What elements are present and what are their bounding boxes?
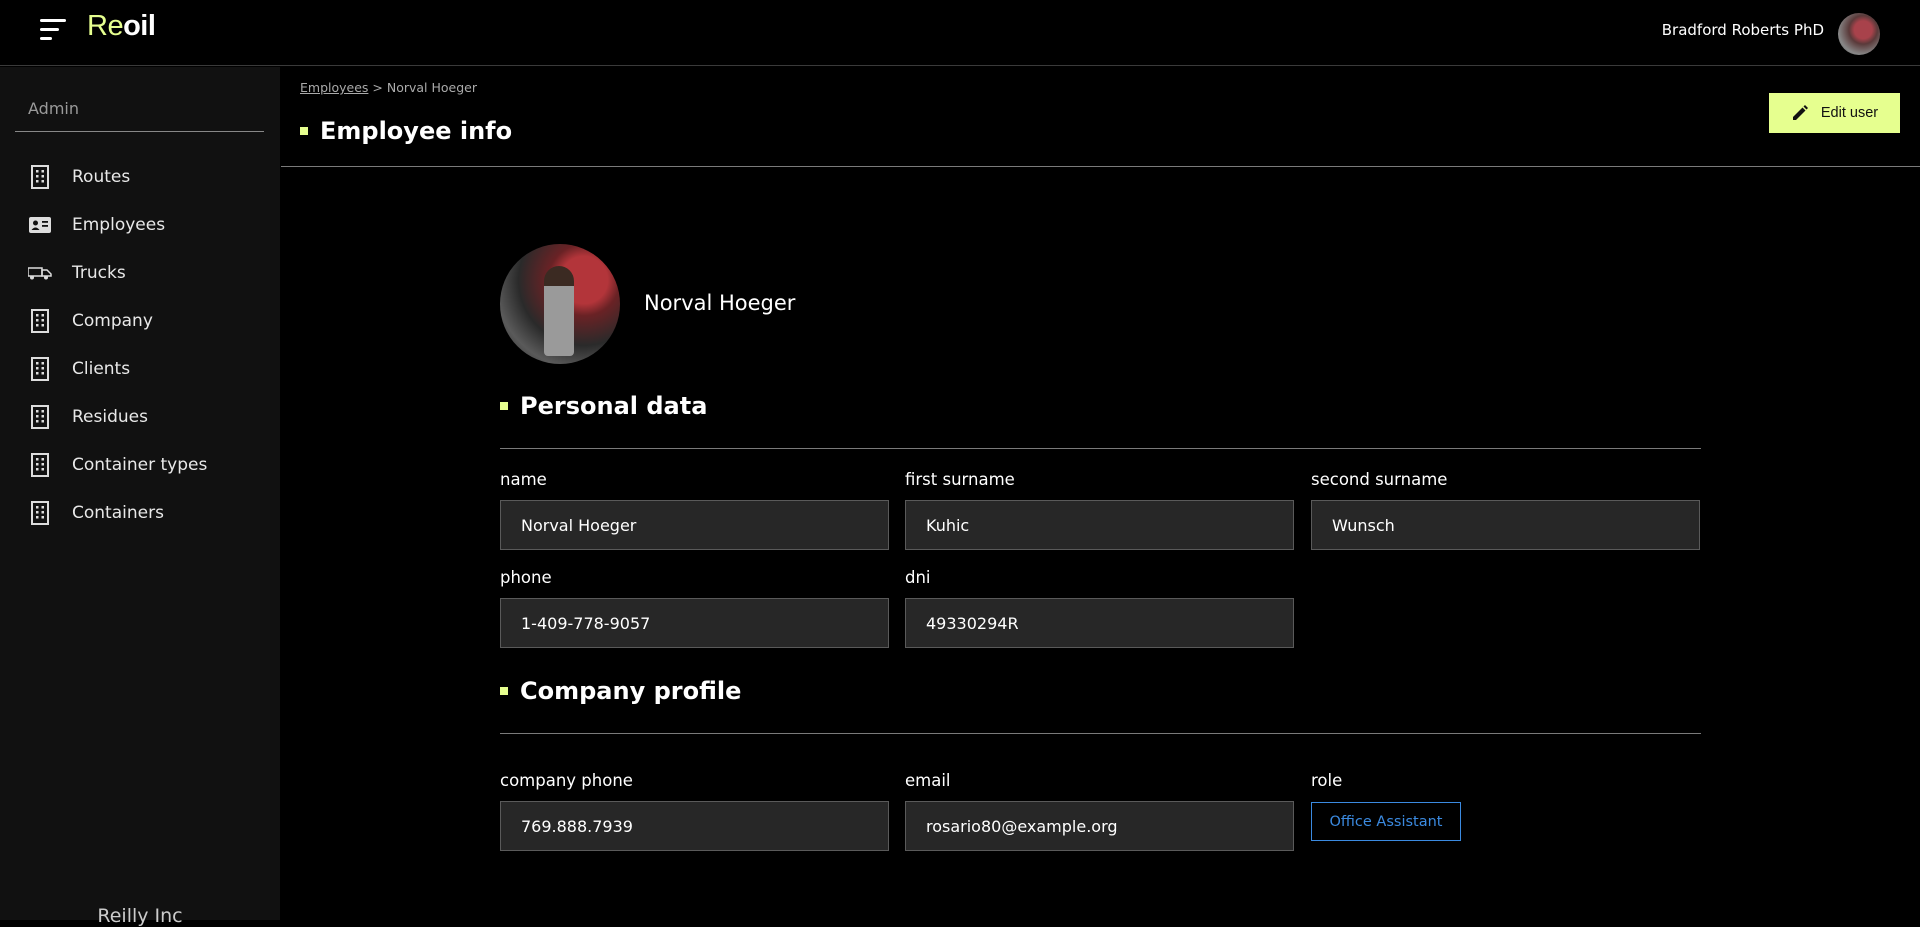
sidebar-item-label: Company [72, 311, 153, 331]
sidebar: Admin Routes Employees Trucks Company Cl… [0, 67, 280, 927]
sidebar-item-label: Clients [72, 359, 131, 379]
truck-icon [28, 261, 52, 285]
profile-name: Norval Hoeger [644, 291, 796, 315]
page-header: Employees > Norval Hoeger Employee info … [281, 67, 1920, 167]
sidebar-item-label: Residues [72, 407, 148, 427]
first-surname-label: first surname [905, 470, 1015, 489]
sidebar-item-trucks[interactable]: Trucks [0, 249, 280, 297]
sidebar-item-label: Routes [72, 167, 131, 187]
second-surname-label: second surname [1311, 470, 1448, 489]
dni-field[interactable]: 49330294R [905, 598, 1294, 648]
sidebar-footer-company: Reilly Inc [97, 905, 183, 927]
sidebar-item-company[interactable]: Company [0, 297, 280, 345]
breadcrumb: Employees > Norval Hoeger [300, 80, 477, 95]
sidebar-item-label: Employees [72, 215, 166, 235]
edit-user-button[interactable]: Edit user [1769, 93, 1900, 133]
phone-label: phone [500, 568, 552, 587]
menu-icon[interactable] [40, 19, 66, 41]
section-bullet [500, 687, 508, 695]
company-phone-label: company phone [500, 771, 633, 790]
sidebar-item-clients[interactable]: Clients [0, 345, 280, 393]
company-phone-field[interactable]: 769.888.7939 [500, 801, 889, 851]
page-title-text: Employee info [320, 117, 513, 145]
sidebar-item-containers[interactable]: Containers [0, 489, 280, 537]
sidebar-nav: Routes Employees Trucks Company Clients [0, 153, 280, 537]
sidebar-item-container-types[interactable]: Container types [0, 441, 280, 489]
pencil-icon [1791, 104, 1809, 122]
dni-label: dni [905, 568, 931, 587]
building-icon [28, 453, 52, 477]
building-icon [28, 165, 52, 189]
section-title-text: Company profile [520, 677, 742, 705]
admin-field[interactable]: Admin [15, 94, 264, 132]
title-bullet [300, 127, 308, 135]
sidebar-item-label: Containers [72, 503, 164, 523]
section-title-company: Company profile [500, 677, 741, 705]
second-surname-field[interactable]: Wunsch [1311, 500, 1700, 550]
section-divider [500, 733, 1701, 734]
role-badge[interactable]: Office Assistant [1311, 802, 1461, 841]
breadcrumb-current: Norval Hoeger [386, 80, 477, 95]
email-label: email [905, 771, 951, 790]
building-icon [28, 501, 52, 525]
name-field[interactable]: Norval Hoeger [500, 500, 889, 550]
user-avatar[interactable] [1838, 13, 1880, 55]
name-label: name [500, 470, 547, 489]
edit-user-label: Edit user [1820, 105, 1879, 121]
page-title: Employee info [300, 117, 512, 145]
sidebar-item-label: Trucks [72, 263, 126, 283]
breadcrumb-link-employees[interactable]: Employees [300, 80, 368, 95]
phone-field[interactable]: 1-409-778-9057 [500, 598, 889, 648]
role-label: role [1311, 771, 1343, 790]
id-card-icon [28, 213, 52, 237]
section-title-personal: Personal data [500, 392, 707, 420]
sidebar-item-residues[interactable]: Residues [0, 393, 280, 441]
building-icon [28, 357, 52, 381]
sidebar-item-routes[interactable]: Routes [0, 153, 280, 201]
top-bar: Reoil Bradford Roberts PhD [0, 0, 1920, 66]
building-icon [28, 405, 52, 429]
section-divider [500, 448, 1701, 449]
email-field[interactable]: rosario80@example.org [905, 801, 1294, 851]
sidebar-item-employees[interactable]: Employees [0, 201, 280, 249]
section-bullet [500, 402, 508, 410]
section-title-text: Personal data [520, 392, 708, 420]
profile-avatar [500, 244, 620, 364]
main-content: Employees > Norval Hoeger Employee info … [281, 67, 1920, 920]
breadcrumb-separator: > [368, 80, 387, 95]
building-icon [28, 309, 52, 333]
logo: Reoil [87, 10, 156, 42]
first-surname-field[interactable]: Kuhic [905, 500, 1294, 550]
user-name[interactable]: Bradford Roberts PhD [1662, 21, 1824, 39]
sidebar-item-label: Container types [72, 455, 208, 475]
